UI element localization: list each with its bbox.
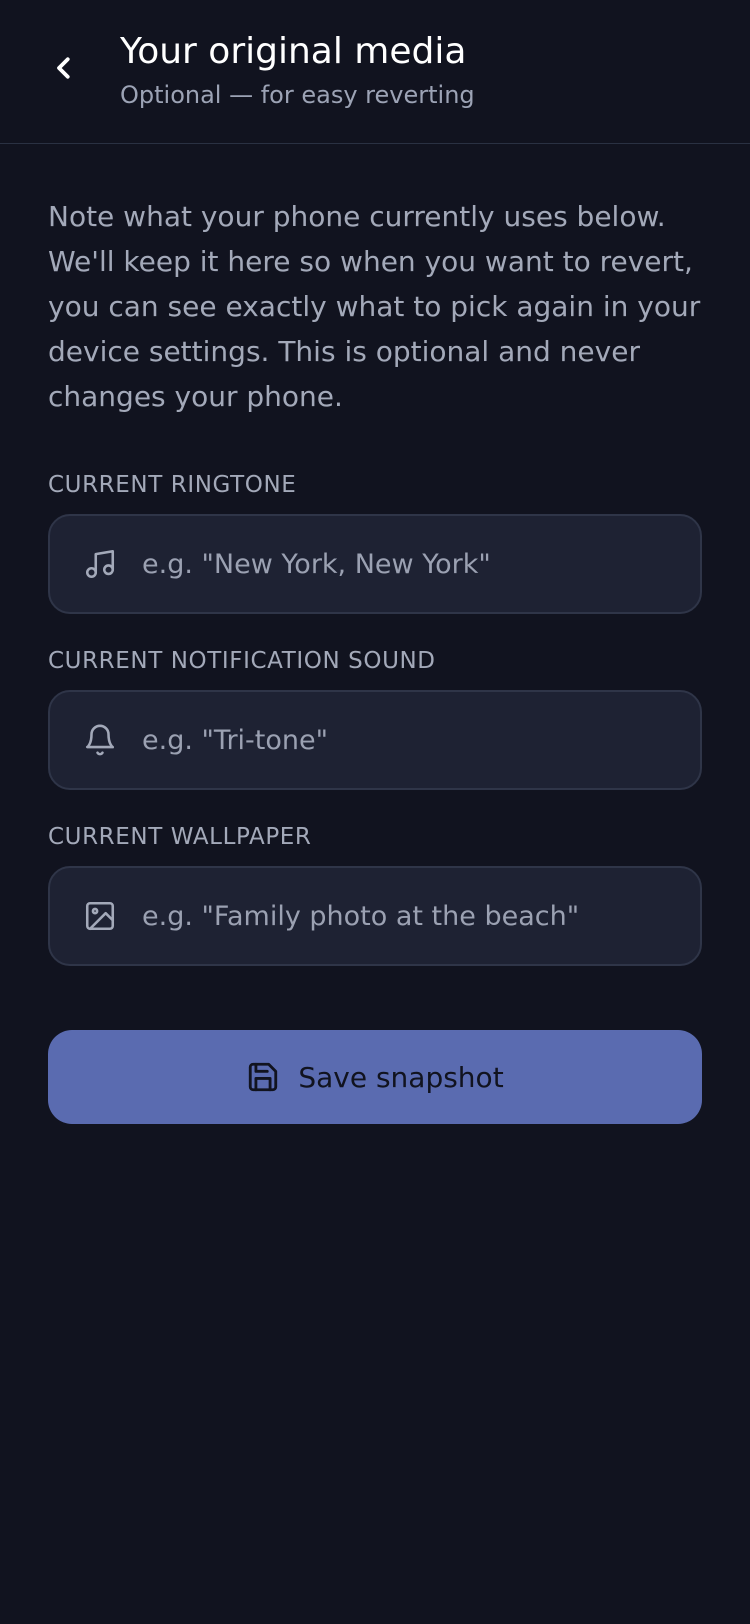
music-note-icon bbox=[82, 546, 118, 582]
notification-field[interactable] bbox=[48, 690, 702, 790]
wallpaper-input[interactable] bbox=[142, 886, 680, 946]
page-subtitle: Optional — for easy reverting bbox=[120, 81, 475, 109]
save-icon bbox=[249, 1062, 278, 1092]
back-button[interactable] bbox=[40, 40, 88, 96]
ringtone-input[interactable] bbox=[142, 534, 680, 594]
image-icon bbox=[82, 898, 118, 934]
page-title: Your original media bbox=[120, 31, 467, 72]
ringtone-field[interactable] bbox=[48, 514, 702, 614]
save-snapshot-button[interactable]: Save snapshot bbox=[48, 1030, 702, 1124]
intro-text: Note what your phone currently uses belo… bbox=[48, 200, 701, 413]
bell-icon bbox=[82, 722, 118, 758]
header: Your original media Optional — for easy … bbox=[0, 0, 750, 144]
wallpaper-label: CURRENT WALLPAPER bbox=[48, 824, 312, 850]
save-snapshot-label: Save snapshot bbox=[298, 1060, 504, 1094]
notification-input[interactable] bbox=[142, 710, 680, 770]
notification-label: CURRENT NOTIFICATION SOUND bbox=[48, 648, 436, 674]
ringtone-label: CURRENT RINGTONE bbox=[48, 472, 297, 498]
chevron-left-icon bbox=[57, 57, 70, 79]
wallpaper-field[interactable] bbox=[48, 866, 702, 966]
